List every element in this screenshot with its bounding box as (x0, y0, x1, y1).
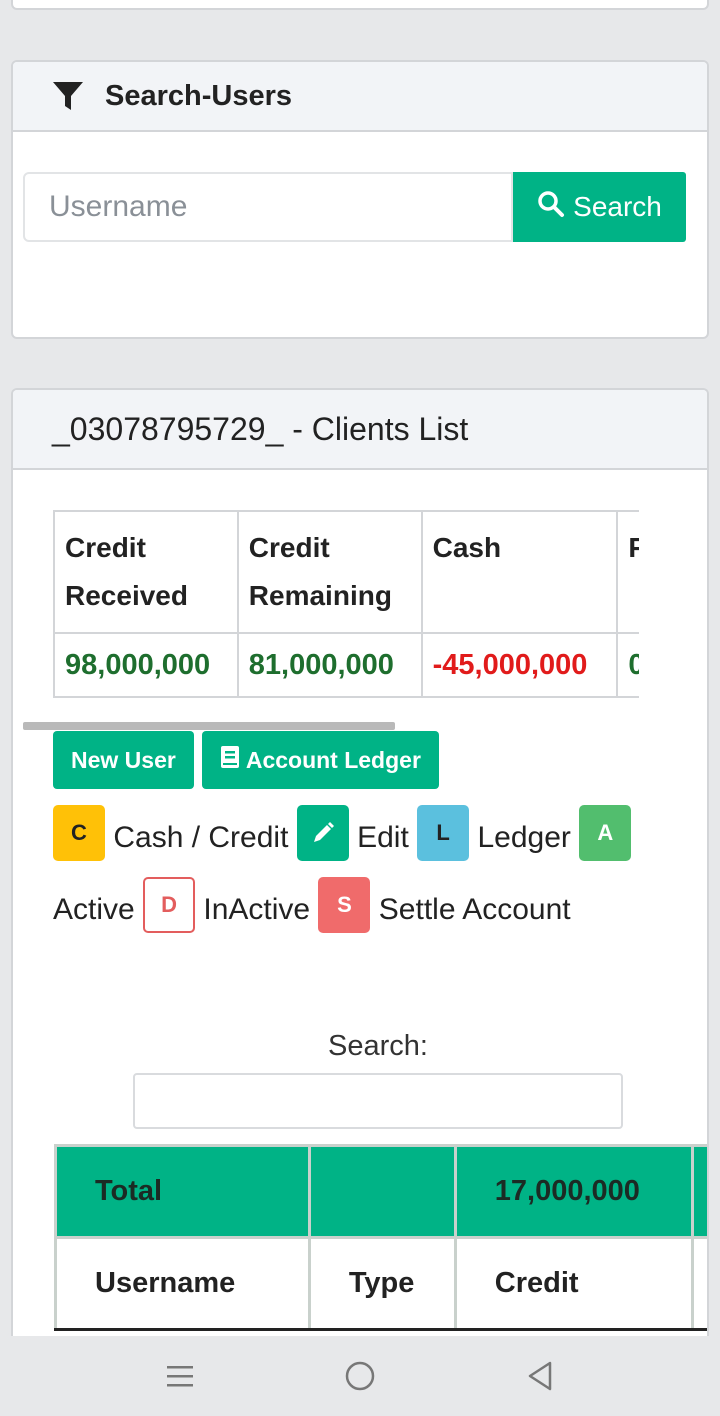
clients-table: Total 17,000,000 Username Type Credit (54, 1144, 707, 1331)
filter-icon (51, 79, 85, 113)
table-search-label: Search: (328, 1030, 428, 1062)
clients-table-scroll[interactable]: Total 17,000,000 Username Type Credit (54, 1144, 707, 1348)
search-button[interactable]: Search (513, 172, 686, 242)
summary-header-cell: Credit Received (53, 510, 239, 634)
previous-card (11, 0, 709, 10)
total-cell (691, 1144, 707, 1239)
table-search: Search: (133, 1030, 623, 1129)
home-button[interactable] (270, 1336, 450, 1416)
total-label: Total (54, 1144, 311, 1239)
cash-credit-label: Cash / Credit (113, 821, 289, 854)
column-header[interactable] (691, 1237, 707, 1331)
summary-table-scroll[interactable]: Credit Received Credit Remaining Cash P … (53, 510, 639, 700)
summary-value-cell: 0 (616, 632, 639, 698)
back-button[interactable] (450, 1336, 630, 1416)
credit-received-value: 98,000,000 (53, 632, 239, 698)
cash-credit-badge: C (53, 805, 105, 862)
search-users-card: Search-Users Search (11, 60, 709, 339)
book-icon (220, 745, 240, 775)
search-button-label: Search (573, 191, 662, 222)
pencil-icon (313, 822, 334, 843)
settle-badge: S (318, 877, 371, 934)
action-legend: C Cash / Credit Edit L Ledger A Active D… (53, 802, 673, 946)
clients-list-title: _03078795729_ - Clients List (52, 410, 469, 447)
summary-header-cell: Cash (420, 510, 619, 634)
total-credit: 17,000,000 (453, 1144, 695, 1239)
summary-header-row: Credit Received Credit Remaining Cash P … (53, 510, 639, 634)
cash-value: -45,000,000 (420, 632, 619, 698)
new-user-label: New User (71, 746, 176, 773)
total-cell (307, 1144, 457, 1239)
home-circle-icon (345, 1361, 375, 1391)
username-input[interactable] (23, 172, 513, 242)
edit-label: Edit (357, 821, 409, 854)
summary-table: Credit Received Credit Remaining Cash P … (53, 510, 639, 698)
back-triangle-icon (528, 1361, 552, 1391)
menu-icon (167, 1366, 193, 1387)
summary-header-cell: Credit Remaining (236, 510, 423, 634)
total-row: Total 17,000,000 (54, 1144, 707, 1239)
search-users-title: Search-Users (105, 79, 292, 112)
column-header-username[interactable]: Username (54, 1237, 311, 1331)
table-header-row: Username Type Credit (54, 1237, 707, 1331)
search-icon (537, 190, 565, 225)
ledger-badge: L (417, 805, 470, 862)
inactive-badge: D (143, 877, 196, 934)
horizontal-scrollbar[interactable] (23, 722, 395, 730)
column-header-credit[interactable]: Credit (453, 1237, 695, 1331)
ledger-label: Ledger (477, 821, 571, 854)
active-badge: A (579, 805, 632, 862)
table-search-input[interactable] (133, 1073, 623, 1129)
new-user-button[interactable]: New User (53, 731, 194, 789)
account-ledger-label: Account Ledger (245, 746, 421, 773)
system-navigation-bar (0, 1336, 720, 1416)
summary-header-cell: P D (616, 510, 639, 634)
inactive-label: InActive (203, 893, 311, 926)
account-ledger-button[interactable]: Account Ledger (201, 731, 439, 789)
edit-badge (296, 805, 349, 862)
search-form: Search (23, 172, 686, 242)
clients-list-card: _03078795729_ - Clients List Credit Rece… (11, 388, 709, 1348)
summary-values-row: 98,000,000 81,000,000 -45,000,000 0 (53, 632, 639, 698)
action-buttons: New User Account Ledger (53, 731, 439, 789)
search-users-header: Search-Users (13, 62, 707, 132)
settle-account-label: Settle Account (378, 893, 571, 926)
recent-apps-button[interactable] (90, 1336, 270, 1416)
clients-list-header: _03078795729_ - Clients List (13, 390, 707, 470)
column-header-type[interactable]: Type (307, 1237, 457, 1331)
credit-remaining-value: 81,000,000 (236, 632, 423, 698)
active-label: Active (53, 893, 135, 926)
